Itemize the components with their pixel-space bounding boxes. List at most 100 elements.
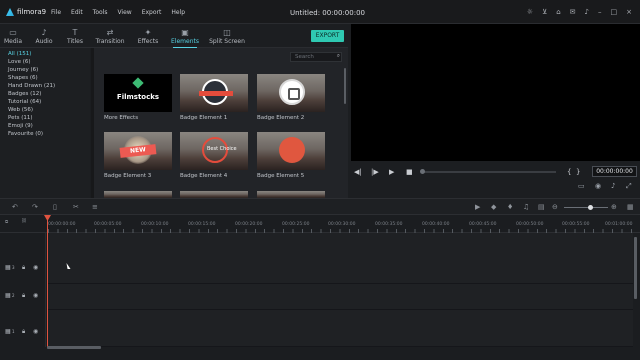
- menu-file[interactable]: File: [51, 9, 61, 16]
- category-shapes[interactable]: Shapes (6): [0, 74, 90, 82]
- document-title: Untitled: 00:00:00:00: [290, 9, 365, 17]
- badge-graphic: [279, 137, 305, 163]
- progress-knob[interactable]: [420, 169, 425, 174]
- lock-icon[interactable]: 🔒︎: [22, 264, 25, 272]
- tab-elements[interactable]: ▣ Elements: [165, 28, 205, 48]
- element-thumb-badge-4[interactable]: Best Choice: [180, 132, 248, 170]
- lightbulb-icon[interactable]: ☼: [527, 8, 533, 16]
- playhead[interactable]: [47, 215, 48, 347]
- lock-icon[interactable]: 🔒︎: [22, 292, 25, 300]
- category-all[interactable]: All (151): [0, 50, 90, 58]
- eye-icon[interactable]: ◉: [33, 264, 38, 271]
- category-tutorial[interactable]: Tutorial (64): [0, 98, 90, 106]
- tab-transition[interactable]: ⇄ Transition: [90, 28, 130, 45]
- element-thumb-badge-3[interactable]: NEW: [104, 132, 172, 170]
- preview-screen: [351, 24, 640, 161]
- element-thumb-badge-5[interactable]: [257, 132, 325, 170]
- account-icon[interactable]: ⌂: [556, 8, 560, 16]
- menu-edit[interactable]: Edit: [71, 9, 83, 16]
- mark-out-icon[interactable]: }: [576, 168, 580, 176]
- mixer-icon[interactable]: ♫: [523, 203, 529, 211]
- ruler-tick-label: 00:00:40:00: [422, 222, 450, 227]
- category-love[interactable]: Love (6): [0, 58, 90, 66]
- category-hand-drawn[interactable]: Hand Drawn (21): [0, 82, 90, 90]
- menu-help[interactable]: Help: [171, 9, 185, 16]
- image-icon: ▣: [181, 28, 189, 37]
- timeline-vertical-scrollbar[interactable]: [634, 237, 637, 299]
- grid-scrollbar[interactable]: [344, 68, 346, 104]
- track-header-3: ▦ 3 🔒︎ ◉: [0, 233, 46, 284]
- badge-text: Best Choice: [207, 146, 237, 152]
- voiceover-icon[interactable]: ▤: [538, 203, 545, 211]
- zoom-out-icon[interactable]: ⊖: [552, 203, 558, 211]
- category-emoji[interactable]: Emoji (9): [0, 122, 90, 130]
- audio-adjust-icon[interactable]: ≡: [92, 203, 98, 211]
- element-thumb-partial[interactable]: [257, 191, 325, 198]
- library-tabs: ▭ Media ♪ Audio T Titles ⇄ Transition ✦ …: [0, 24, 348, 48]
- tab-media-label: Media: [3, 38, 23, 45]
- search-input[interactable]: Search: [290, 52, 342, 62]
- lock-icon[interactable]: 🔒︎: [22, 328, 25, 336]
- tab-titles[interactable]: T Titles: [55, 28, 95, 45]
- render-icon[interactable]: ▶: [475, 203, 480, 211]
- microphone-icon[interactable]: ♦: [507, 203, 513, 211]
- element-thumb-badge-1[interactable]: [180, 74, 248, 112]
- category-pets[interactable]: Pets (11): [0, 114, 90, 122]
- eye-icon[interactable]: ◉: [33, 292, 38, 299]
- element-label: Badge Element 2: [257, 115, 305, 121]
- close-icon[interactable]: ×: [626, 8, 632, 16]
- play-icon[interactable]: ▶: [389, 168, 394, 176]
- monitor-icon[interactable]: ▭: [578, 182, 585, 190]
- category-list: All (151) Love (6) Journey (6) Shapes (6…: [0, 48, 90, 198]
- element-thumb-more-effects[interactable]: Filmstocks: [104, 74, 172, 112]
- badge-graphic: [199, 79, 233, 105]
- preview-progress-bar[interactable]: [420, 169, 556, 174]
- tab-effects[interactable]: ✦ Effects: [128, 28, 168, 45]
- stop-icon[interactable]: ■: [406, 168, 413, 176]
- redo-icon[interactable]: ↷: [32, 203, 38, 211]
- minimize-icon[interactable]: –: [598, 8, 602, 16]
- tab-split-screen[interactable]: ◫ Split Screen: [207, 28, 247, 45]
- zoom-in-icon[interactable]: ⊕: [611, 203, 617, 211]
- snapshot-icon[interactable]: ◉: [595, 182, 601, 190]
- message-icon[interactable]: ✉: [570, 8, 576, 16]
- previous-frame-icon[interactable]: ◀|: [354, 168, 362, 176]
- title-bar: filmora9 File Edit Tools View Export Hel…: [0, 0, 640, 24]
- category-favourite[interactable]: Favourite (0): [0, 130, 90, 138]
- elements-grid: Search ⌕ Filmstocks More Effects Badge E…: [94, 48, 348, 198]
- zoom-slider[interactable]: [564, 205, 608, 210]
- zoom-knob[interactable]: [588, 205, 593, 210]
- element-thumb-badge-2[interactable]: [257, 74, 325, 112]
- add-track-icon[interactable]: ⧉: [5, 219, 8, 225]
- export-button[interactable]: EXPORT: [311, 30, 344, 42]
- music-note-icon: ♪: [41, 28, 47, 37]
- mark-in-icon[interactable]: {: [567, 168, 571, 176]
- track-lane-2[interactable]: [47, 284, 633, 310]
- notification-icon[interactable]: ♪: [585, 8, 589, 16]
- element-thumb-partial[interactable]: [104, 191, 172, 198]
- cut-icon[interactable]: ✂: [73, 203, 79, 211]
- undo-icon[interactable]: ↶: [12, 203, 18, 211]
- cart-icon[interactable]: ⊻: [542, 8, 547, 16]
- ruler-tick-label: 00:00:25:00: [282, 222, 310, 227]
- menu-tools[interactable]: Tools: [93, 9, 108, 16]
- menu-view[interactable]: View: [117, 9, 131, 16]
- eye-icon[interactable]: ◉: [33, 328, 38, 335]
- timeline-ruler[interactable]: ⧉ ⛓ 00:00:00:00 00:00:05:00 00:00:10:00 …: [0, 215, 640, 233]
- fullscreen-icon[interactable]: ⤢: [626, 182, 632, 191]
- maximize-icon[interactable]: □: [611, 8, 618, 16]
- timeline-horizontal-scrollbar[interactable]: [47, 346, 101, 349]
- track-lane-3[interactable]: [47, 233, 633, 284]
- delete-icon[interactable]: ▯: [53, 203, 57, 211]
- marker-icon[interactable]: ◆: [491, 203, 496, 211]
- volume-icon[interactable]: ♪: [611, 182, 615, 190]
- category-badges[interactable]: Badges (12): [0, 90, 90, 98]
- step-back-icon[interactable]: |▶: [371, 168, 379, 176]
- fit-icon[interactable]: ▦: [627, 203, 634, 211]
- element-thumb-partial[interactable]: [180, 191, 248, 198]
- category-journey[interactable]: Journey (6): [0, 66, 90, 74]
- track-lane-1[interactable]: [47, 310, 633, 347]
- menu-export[interactable]: Export: [142, 9, 162, 16]
- category-web[interactable]: Web (56): [0, 106, 90, 114]
- link-icon[interactable]: ⛓: [21, 219, 27, 224]
